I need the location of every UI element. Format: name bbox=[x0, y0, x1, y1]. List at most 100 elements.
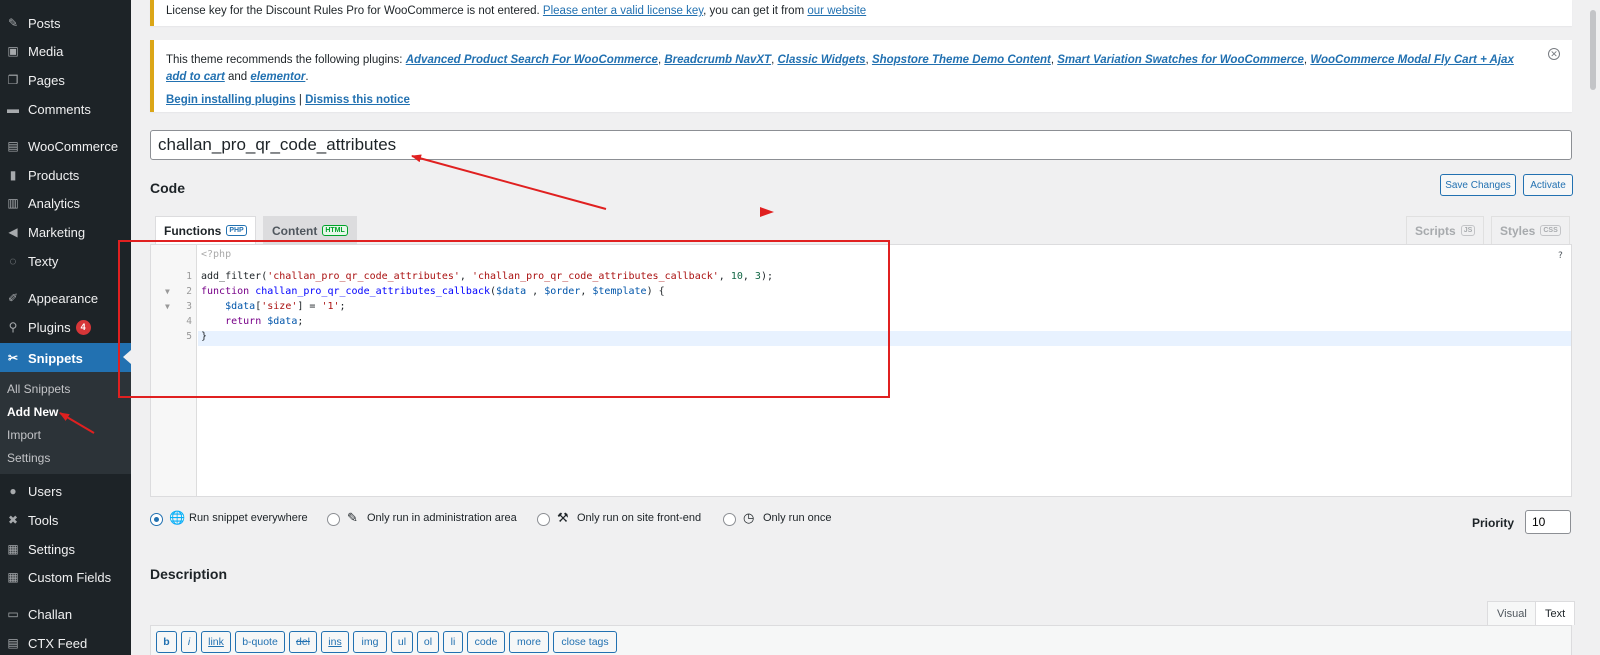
plugin-link[interactable]: Smart Variation Swatches for WooCommerce bbox=[1057, 54, 1304, 66]
ol-button[interactable]: ol bbox=[417, 631, 439, 653]
globe-icon: 🌐 bbox=[169, 510, 186, 525]
sidebar-item-appearance[interactable]: ✐ Appearance bbox=[0, 285, 131, 311]
submenu-all-snippets[interactable]: All Snippets bbox=[7, 382, 70, 396]
sidebar-item-products[interactable]: ▮ Products bbox=[0, 162, 131, 188]
wrench-icon: ✎ bbox=[347, 510, 358, 525]
editor-help-icon[interactable]: ? bbox=[1558, 251, 1563, 261]
sidebar-item-woocommerce[interactable]: ▤ WooCommerce bbox=[0, 133, 131, 159]
scope-admin-radio[interactable] bbox=[327, 513, 340, 526]
priority-label: Priority bbox=[1472, 516, 1515, 530]
license-notice-text: License key for the Discount Rules Pro f… bbox=[166, 5, 540, 17]
code-line: $data['size'] = '1'; bbox=[225, 301, 346, 312]
analytics-icon: ▥ bbox=[7, 196, 19, 210]
ins-button[interactable]: ins bbox=[321, 631, 349, 653]
blockquote-button[interactable]: b-quote bbox=[235, 631, 285, 653]
sidebar-item-posts[interactable]: ✎ Posts bbox=[0, 10, 131, 36]
save-changes-button[interactable]: Save Changes bbox=[1440, 174, 1516, 196]
clock-icon: ◷ bbox=[743, 510, 755, 525]
sidebar-item-texty[interactable]: ◌ Texty bbox=[0, 248, 131, 274]
comments-icon: ▬ bbox=[7, 102, 19, 116]
ctx-feed-icon: ▤ bbox=[7, 636, 19, 650]
sidebar-item-media[interactable]: ▣ Media bbox=[0, 38, 131, 64]
scope-once-radio[interactable] bbox=[723, 513, 736, 526]
plugin-link[interactable]: Breadcrumb NavXT bbox=[664, 54, 771, 66]
close-tags-button[interactable]: close tags bbox=[553, 631, 617, 653]
close-icon[interactable]: ✕ bbox=[1548, 48, 1560, 60]
plugin-link[interactable]: Classic Widgets bbox=[777, 54, 865, 66]
code-button[interactable]: code bbox=[467, 631, 505, 653]
description-heading: Description bbox=[150, 566, 228, 582]
submenu-settings[interactable]: Settings bbox=[7, 451, 50, 465]
link-button[interactable]: link bbox=[201, 631, 231, 653]
annotation-arrow bbox=[411, 154, 607, 210]
submenu-import[interactable]: Import bbox=[7, 428, 41, 442]
tab-functions[interactable]: Functions PHP bbox=[155, 216, 256, 244]
line-number: 2 bbox=[186, 286, 192, 297]
our-website-link[interactable]: our website bbox=[807, 5, 866, 17]
scope-frontend-label: Only run on site front-end bbox=[577, 512, 702, 524]
line-number: 1 bbox=[186, 271, 192, 282]
img-button[interactable]: img bbox=[353, 631, 387, 653]
code-editor[interactable]: 1 2 3 4 5 ▼ ▼ <?php add_filter('challan_… bbox=[150, 244, 1572, 497]
tab-content[interactable]: Content HTML bbox=[263, 216, 357, 244]
fold-arrow-icon[interactable]: ▼ bbox=[165, 302, 170, 311]
del-button[interactable]: del bbox=[289, 631, 317, 653]
sidebar-item-plugins[interactable]: ⚲ Plugins 4 bbox=[0, 314, 131, 340]
plugin-link[interactable]: elementor bbox=[250, 71, 305, 83]
php-tag: PHP bbox=[226, 225, 247, 236]
tab-label: Styles bbox=[1500, 223, 1536, 238]
sidebar-item-analytics[interactable]: ▥ Analytics bbox=[0, 190, 131, 216]
bold-button[interactable]: b bbox=[156, 631, 177, 653]
settings-icon: ▦ bbox=[7, 542, 19, 556]
tab-visual[interactable]: Visual bbox=[1487, 601, 1537, 625]
plugin-link[interactable]: Advanced Product Search For WooCommerce bbox=[406, 54, 658, 66]
sidebar-item-settings[interactable]: ▦ Settings bbox=[0, 536, 131, 562]
priority-input[interactable] bbox=[1525, 510, 1571, 534]
license-notice-middle: , you can get it from bbox=[703, 5, 805, 17]
scope-once-label: Only run once bbox=[763, 512, 832, 524]
snippets-submenu: All Snippets Add New Import Settings bbox=[0, 372, 131, 474]
li-button[interactable]: li bbox=[443, 631, 463, 653]
sidebar-item-snippets[interactable]: ✂ Snippets bbox=[0, 343, 131, 373]
tab-scripts[interactable]: Scripts JS bbox=[1406, 216, 1485, 244]
media-icon: ▣ bbox=[7, 44, 19, 58]
dismiss-notice-link[interactable]: Dismiss this notice bbox=[305, 94, 410, 106]
scope-everywhere-radio[interactable] bbox=[150, 513, 163, 526]
sidebar-item-label: Marketing bbox=[28, 224, 86, 240]
sidebar-item-label: Tools bbox=[28, 512, 59, 528]
sidebar-item-tools[interactable]: ✖ Tools bbox=[0, 507, 131, 533]
sidebar-item-marketing[interactable]: ◀ Marketing bbox=[0, 219, 131, 245]
sidebar-item-users[interactable]: ● Users bbox=[0, 478, 131, 504]
page-scrollbar[interactable] bbox=[1590, 10, 1596, 90]
scope-frontend-radio[interactable] bbox=[537, 513, 550, 526]
active-line-highlight bbox=[198, 331, 1571, 346]
pages-icon: ❐ bbox=[7, 73, 19, 87]
annotation-arrowhead bbox=[760, 207, 774, 217]
marketing-icon: ◀ bbox=[8, 225, 18, 239]
sidebar-item-label: Posts bbox=[28, 15, 61, 31]
tab-text[interactable]: Text bbox=[1535, 601, 1576, 625]
italic-button[interactable]: i bbox=[181, 631, 197, 653]
license-notice: License key for the Discount Rules Pro f… bbox=[150, 0, 1572, 26]
sidebar-item-pages[interactable]: ❐ Pages bbox=[0, 67, 131, 93]
tab-styles[interactable]: Styles CSS bbox=[1491, 216, 1570, 244]
plugin-link[interactable]: Shopstore Theme Demo Content bbox=[872, 54, 1051, 66]
challan-icon: ▭ bbox=[7, 607, 19, 621]
fold-arrow-icon[interactable]: ▼ bbox=[165, 287, 170, 296]
license-key-link[interactable]: Please enter a valid license key bbox=[543, 5, 703, 17]
sidebar-item-comments[interactable]: ▬ Comments bbox=[0, 96, 131, 122]
sidebar-item-label: Custom Fields bbox=[28, 569, 112, 585]
ul-button[interactable]: ul bbox=[391, 631, 413, 653]
sidebar-item-label: Comments bbox=[28, 101, 91, 117]
activate-button[interactable]: Activate bbox=[1523, 174, 1573, 196]
sidebar-item-challan[interactable]: ▭ Challan bbox=[0, 601, 131, 627]
sidebar-item-ctx-feed[interactable]: ▤ CTX Feed bbox=[0, 630, 131, 655]
submenu-add-new[interactable]: Add New bbox=[7, 405, 58, 419]
sidebar-item-custom-fields[interactable]: ▦ Custom Fields bbox=[0, 564, 131, 590]
php-open-tag: <?php bbox=[201, 249, 232, 260]
tab-label: Content bbox=[272, 223, 318, 238]
begin-installing-link[interactable]: Begin installing plugins bbox=[166, 94, 296, 106]
snippet-title-input[interactable] bbox=[150, 130, 1572, 160]
snippets-icon: ✂ bbox=[7, 351, 19, 365]
more-button[interactable]: more bbox=[509, 631, 549, 653]
